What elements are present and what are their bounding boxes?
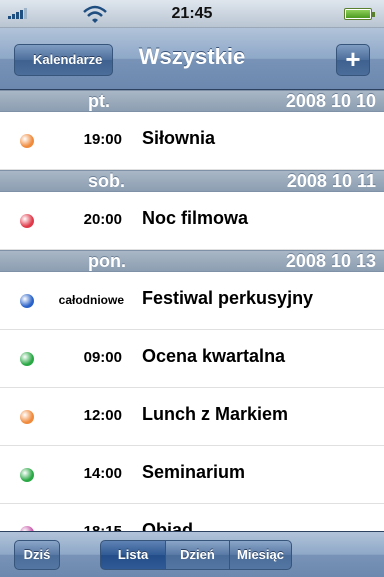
event-time: 19:00 bbox=[83, 131, 122, 148]
event-time: 12:00 bbox=[83, 407, 122, 424]
section-date: 2008 10 10 bbox=[285, 91, 376, 111]
event-time: 09:00 bbox=[83, 349, 122, 366]
event-row[interactable]: 09:00 Ocena kwartalna bbox=[0, 330, 384, 388]
section-header: pt. 2008 10 10 bbox=[0, 90, 384, 112]
event-row[interactable]: 12:00 Lunch z Markiem bbox=[0, 388, 384, 446]
add-event-button[interactable]: + bbox=[336, 44, 370, 76]
event-time: 14:00 bbox=[83, 465, 122, 482]
event-time: całodniowe bbox=[58, 293, 124, 307]
event-title: Noc filmowa bbox=[142, 208, 249, 228]
calendar-color-dot-icon bbox=[20, 134, 34, 148]
section-date: 2008 10 13 bbox=[285, 251, 376, 271]
event-row[interactable]: 19:00 Siłownia bbox=[0, 112, 384, 170]
navigation-bar: Kalendarze Wszystkie + bbox=[0, 28, 384, 90]
view-list-button[interactable]: Lista bbox=[100, 540, 166, 570]
calendar-color-dot-icon bbox=[20, 352, 34, 366]
section-day: pt. bbox=[88, 91, 110, 111]
bottom-toolbar: Dziś Lista Dzień Miesiąc bbox=[0, 531, 384, 577]
event-list[interactable]: pt. 2008 10 10 19:00 Siłownia sob. 2008 10 11… bbox=[0, 90, 384, 531]
section-header: sob. 2008 10 11 bbox=[0, 170, 384, 192]
view-segmented-control: Lista Dzień Miesiąc bbox=[100, 540, 292, 570]
calendar-color-dot-icon bbox=[20, 294, 34, 308]
event-title: Lunch z Markiem bbox=[142, 404, 289, 424]
status-bar: 21:45 bbox=[0, 0, 384, 28]
event-title: Ocena kwartalna bbox=[142, 346, 286, 366]
event-row[interactable]: całodniowe Festiwal perkusyjny bbox=[0, 272, 384, 330]
calendar-color-dot-icon bbox=[20, 410, 34, 424]
event-time: 18:15 bbox=[70, 523, 122, 531]
event-row[interactable]: 14:00 Seminarium bbox=[0, 446, 384, 504]
status-time: 21:45 bbox=[171, 5, 213, 22]
event-row[interactable]: 18:15 Obiad bbox=[0, 504, 384, 531]
event-title: Seminarium bbox=[142, 462, 246, 482]
event-time: 20:00 bbox=[83, 211, 122, 228]
view-day-button[interactable]: Dzień bbox=[166, 540, 230, 570]
event-title: Festiwal perkusyjny bbox=[142, 288, 314, 308]
event-title: Obiad bbox=[142, 520, 194, 531]
section-date: 2008 10 11 bbox=[286, 171, 376, 191]
section-day: pon. bbox=[88, 251, 126, 271]
page-title: Wszystkie bbox=[138, 44, 246, 69]
battery-icon bbox=[344, 8, 375, 20]
event-title: Siłownia bbox=[142, 128, 216, 148]
calendar-color-dot-icon bbox=[20, 468, 34, 482]
event-row[interactable]: 20:00 Noc filmowa bbox=[0, 192, 384, 250]
today-button[interactable]: Dziś bbox=[14, 540, 60, 570]
section-day: sob. bbox=[88, 171, 126, 191]
section-header: pon. 2008 10 13 bbox=[0, 250, 384, 272]
calendar-color-dot-icon bbox=[20, 214, 34, 228]
view-month-button[interactable]: Miesiąc bbox=[230, 540, 292, 570]
